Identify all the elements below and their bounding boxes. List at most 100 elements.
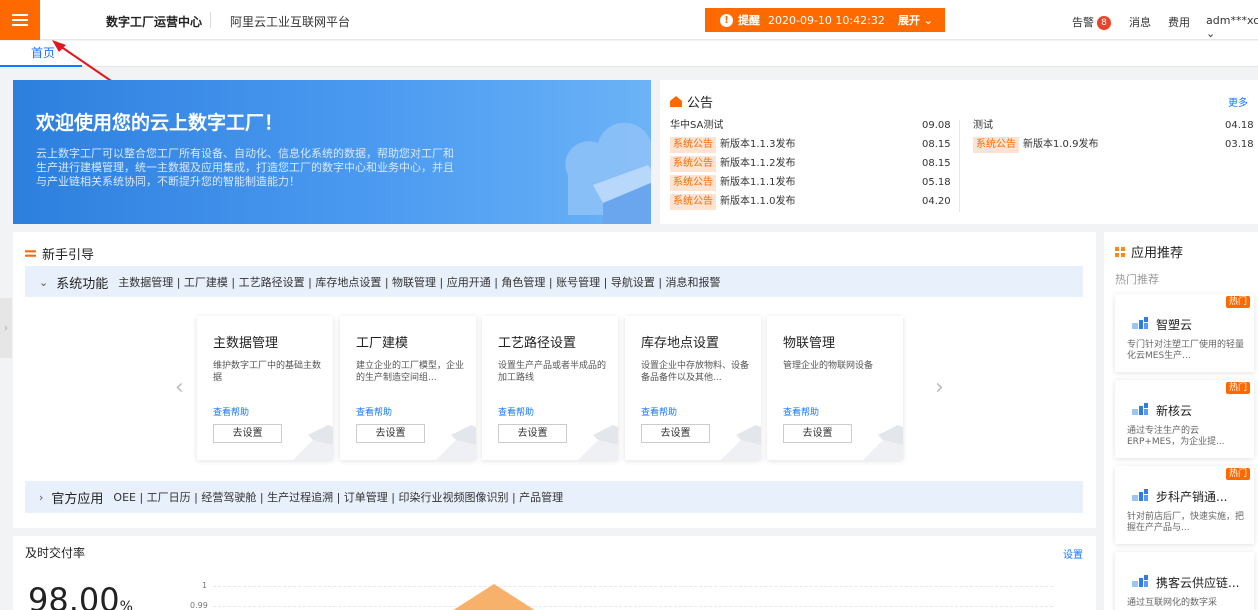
alert-expand-button[interactable]: 展开 ⌄ [898,12,933,28]
card-title: 工艺路径设置 [498,336,577,351]
notice-item[interactable]: 系统公告 新版本1.0.9发布 [973,137,1098,153]
user-menu[interactable]: adm***xc ⌄ [1206,14,1258,40]
guide-card[interactable]: 主数据管理 维护数字工厂中的基础主数据 查看帮助 去设置 [197,316,333,460]
alert-banner[interactable]: ! 提醒 2020-09-10 10:42:32 展开 ⌄ [705,8,945,32]
card-description: 建立企业的工厂模型，企业的生产制造空间组... [356,361,465,383]
card-title: 主数据管理 [213,336,279,351]
system-functions-title: 系统功能 [56,276,109,292]
notice-tag: 系统公告 [670,194,716,210]
go-settings-button[interactable]: 去设置 [783,424,852,443]
notice-date: 04.18 [1225,120,1254,131]
help-link[interactable]: 查看帮助 [213,405,249,418]
chevron-right-icon[interactable]: › [39,491,43,504]
notice-item[interactable]: 系统公告 新版本1.1.3发布 [670,137,795,153]
notice-date: 09.08 [922,120,951,131]
guide-card[interactable]: 库存地点设置 设置企业中存放物料、设备备品备件以及其他... 查看帮助 去设置 [625,316,761,460]
notice-header: 公告 [670,92,713,111]
guide-panel: 新手引导 ⌄ 系统功能 主数据管理 | 工厂建模 | 工艺路径设置 | 库存地点… [13,232,1096,528]
notice-date: 08.15 [922,158,951,169]
card-title: 物联管理 [783,336,836,351]
cube-illustration [436,425,476,460]
notice-tag: 系统公告 [670,156,716,172]
settings-link[interactable]: 设置 [1063,546,1083,561]
hot-badge: 热门 [1225,296,1250,308]
platform-name[interactable]: 阿里云工业互联网平台 [230,13,350,30]
app-icon [1132,317,1148,329]
y-tick: 0.99 [190,601,208,610]
messages-link[interactable]: 消息 [1129,14,1151,30]
guide-card[interactable]: 物联管理 管理企业的物联网设备 查看帮助 去设置 [767,316,903,460]
notice-date: 08.15 [922,139,951,150]
notice-item[interactable]: 测试 [973,118,993,134]
help-link[interactable]: 查看帮助 [783,405,819,418]
grid-line [213,586,1053,587]
app-description: 通过专注生产的云ERP+MES，为企业提... [1127,426,1225,447]
alert-icon: ! [720,13,733,27]
brand-title[interactable]: 数字工厂运营中心 [106,13,202,30]
carousel-prev-button[interactable]: ‹ [175,375,184,400]
notice-panel: 公告 更多 华中SA测试 09.08 系统公告 新版本1.1.3发布 08.15 … [660,80,1258,224]
go-settings-button[interactable]: 去设置 [641,424,710,443]
grid-line [213,606,1053,607]
alarm-badge: 8 [1097,16,1111,30]
notice-divider [959,120,960,212]
fees-link[interactable]: 费用 [1168,14,1190,30]
go-settings-button[interactable]: 去设置 [498,424,567,443]
cloud-illustration [565,122,651,224]
alert-time: 2020-09-10 10:42:32 [768,13,885,27]
app-icon [1132,489,1148,501]
notice-date: 05.18 [922,177,951,188]
help-link[interactable]: 查看帮助 [641,405,677,418]
menu-icon[interactable] [0,0,40,40]
app-card[interactable]: 热门 步科产销通... 针对前店后厂，快速实施，把握在产产品与... [1115,466,1254,544]
alarm-link[interactable]: 告警 8 [1072,14,1111,30]
official-apps-links[interactable]: OEE | 工厂日历 | 经营驾驶舱 | 生产过程追溯 | 订单管理 | 印染行… [113,489,563,505]
card-title: 库存地点设置 [641,336,720,351]
system-functions-bar[interactable]: ⌄ 系统功能 主数据管理 | 工厂建模 | 工艺路径设置 | 库存地点设置 | … [25,266,1083,298]
help-link[interactable]: 查看帮助 [356,405,392,418]
chevron-down-icon[interactable]: ⌄ [39,276,48,289]
help-link[interactable]: 查看帮助 [498,405,534,418]
app-name: 携客云供应链... [1156,576,1240,590]
tab-home[interactable]: 首页 [0,41,82,67]
app-card[interactable]: 热门 智塑云 专门针对注塑工厂使用的轻量化云MES生产... [1115,294,1254,372]
cards-carousel: ‹ 主数据管理 维护数字工厂中的基础主数据 查看帮助 去设置 工厂建模 建立企业… [25,297,1083,477]
app-card[interactable]: 携客云供应链... 通过互联网化的数字采 [1115,552,1254,610]
go-settings-button[interactable]: 去设置 [356,424,425,443]
app-description: 专门针对注塑工厂使用的轻量化云MES生产... [1127,340,1245,361]
app-recommend-title: 应用推荐 [1115,242,1183,261]
notice-icon [670,96,682,107]
card-title: 工厂建模 [356,336,409,351]
app-description: 针对前店后厂，快速实施，把握在产产品与... [1127,512,1245,533]
more-link[interactable]: 更多 [1228,94,1248,109]
notice-item[interactable]: 系统公告 新版本1.1.2发布 [670,156,795,172]
notice-item[interactable]: 系统公告 新版本1.1.1发布 [670,175,795,191]
tab-bar: 首页 [0,41,1258,67]
guide-icon [25,250,36,257]
side-collapse-handle[interactable]: › [0,298,12,358]
delivery-rate-value: 98.00% [28,581,133,610]
app-icon [1132,403,1148,415]
notice-tag: 系统公告 [670,137,716,153]
delivery-rate-panel: 及时交付率 设置 98.00% 1 0.99 [13,536,1096,610]
app-description: 通过互联网化的数字采 [1127,598,1218,608]
guide-card[interactable]: 工厂建模 建立企业的工厂模型，企业的生产制造空间组... 查看帮助 去设置 [340,316,476,460]
hot-badge: 热门 [1225,382,1250,394]
go-settings-button[interactable]: 去设置 [213,424,282,443]
system-functions-links[interactable]: 主数据管理 | 工厂建模 | 工艺路径设置 | 库存地点设置 | 物联管理 | … [118,274,720,290]
welcome-title: 欢迎使用您的云上数字工厂！ [36,112,284,134]
chart-peak [441,584,547,610]
app-card[interactable]: 热门 新核云 通过专注生产的云ERP+MES，为企业提... [1115,380,1254,458]
app-name: 新核云 [1156,404,1193,418]
cube-illustration [721,425,761,460]
carousel-next-button[interactable]: › [935,375,944,400]
app-recommend-panel: 应用推荐 热门推荐 热门 智塑云 专门针对注塑工厂使用的轻量化云MES生产...… [1104,232,1258,610]
app-name: 智塑云 [1156,318,1193,332]
guide-title: 新手引导 [25,244,94,263]
notice-item[interactable]: 华中SA测试 [670,118,723,134]
card-description: 设置生产产品或者半成品的加工路线 [498,361,607,383]
official-apps-bar[interactable]: › 官方应用 OEE | 工厂日历 | 经营驾驶舱 | 生产过程追溯 | 订单管… [25,481,1083,513]
notice-item[interactable]: 系统公告 新版本1.1.0发布 [670,194,795,210]
y-tick: 1 [202,581,208,590]
guide-card[interactable]: 工艺路径设置 设置生产产品或者半成品的加工路线 查看帮助 去设置 [482,316,618,460]
